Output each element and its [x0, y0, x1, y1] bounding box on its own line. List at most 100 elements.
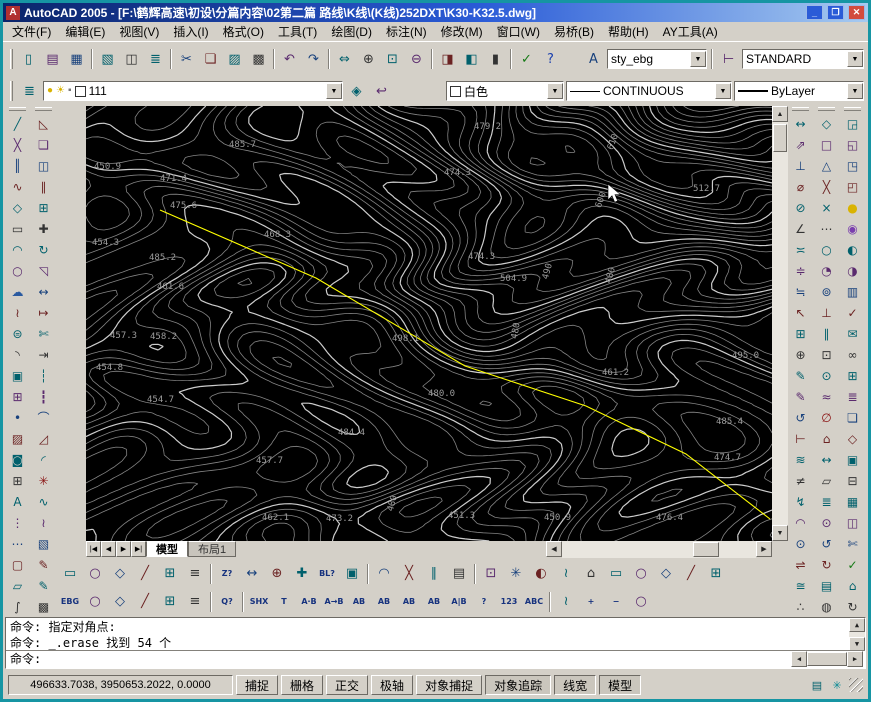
open-button[interactable]: ▤ [41, 48, 64, 71]
pan-tool-2-button[interactable]: ⊡ [479, 562, 503, 585]
chevron-down-icon[interactable]: ▼ [690, 51, 706, 67]
command-prompt[interactable]: 命令: ◀ ▶ [6, 650, 865, 668]
polyline-button[interactable]: ∿ [6, 176, 29, 197]
ab-arrow-tool-button[interactable]: A→B [322, 590, 346, 613]
vertical-scroll-track[interactable] [772, 122, 788, 525]
menu-item-tools[interactable]: 工具(T) [271, 21, 324, 42]
close-button[interactable]: ✕ [848, 5, 865, 20]
text-style-combo[interactable]: sty_ebg ▼ [607, 49, 707, 69]
baseline-dimension-button[interactable]: ≑ [789, 260, 812, 281]
sheet-set-button[interactable]: ▥ [841, 281, 864, 302]
scroll-up-icon[interactable]: ▲ [772, 106, 788, 122]
grid-tool-3-button[interactable]: ◇ [108, 590, 132, 613]
circle-button[interactable]: ○ [6, 260, 29, 281]
smooth-tool-button[interactable]: ⊞ [704, 562, 728, 585]
tab-next-button[interactable]: ▶ [116, 541, 131, 557]
erase-button[interactable]: ◺ [32, 113, 55, 134]
rectangle-button[interactable]: ▭ [6, 218, 29, 239]
copy-button[interactable]: ❏ [199, 48, 222, 71]
insert-block-button[interactable]: ▣ [6, 365, 29, 386]
plus-tool-button[interactable]: + [579, 590, 603, 613]
snap-quadrant-button[interactable]: ◔ [815, 260, 838, 281]
menu-item-dimension[interactable]: 标注(N) [379, 21, 434, 42]
purge-button[interactable]: ✄ [841, 533, 864, 554]
ddedit-button[interactable]: ✎ [32, 554, 55, 575]
snap-endpoint-button[interactable]: □ [815, 134, 838, 155]
options-button[interactable]: ⌂ [841, 575, 864, 596]
maximize-button[interactable]: ❐ [827, 5, 844, 20]
toolbar-grip[interactable] [792, 107, 809, 111]
snap-parallel-button[interactable]: ∥ [815, 323, 838, 344]
snap-node-button[interactable]: ⊙ [815, 365, 838, 386]
snap-tangent-button[interactable]: ⊚ [815, 281, 838, 302]
redo-button[interactable]: ↷ [302, 48, 325, 71]
arc-tool-2-button[interactable]: ≡ [183, 562, 207, 585]
chevron-down-icon[interactable]: ▼ [326, 83, 342, 99]
dim-associate-button[interactable]: ∴ [789, 596, 812, 617]
dim-inspect-button[interactable]: ⊙ [789, 533, 812, 554]
explode-button[interactable]: ✳ [32, 470, 55, 491]
point-button[interactable]: • [6, 407, 29, 428]
aligned-dimension-button[interactable]: ⇗ [789, 134, 812, 155]
zoom-window-button[interactable]: ⊡ [381, 48, 404, 71]
osnap-settings-button[interactable]: ⌂ [815, 428, 838, 449]
zoom-realtime-button[interactable]: ⊕ [357, 48, 380, 71]
offset-button[interactable]: ∥ [32, 176, 55, 197]
new-button[interactable]: ▯ [17, 48, 40, 71]
menu-item-window[interactable]: 窗口(W) [490, 21, 547, 42]
scroll-up-icon[interactable]: ▲ [849, 618, 865, 632]
tab-last-button[interactable]: ▶| [131, 541, 146, 557]
horizontal-scroll-thumb[interactable] [693, 542, 719, 557]
status-toggle-lineweight[interactable]: 线宽 [554, 675, 596, 695]
lengthen-button[interactable]: ↦ [32, 302, 55, 323]
shade-button[interactable]: ◐ [841, 239, 864, 260]
ab-tool-4-button[interactable]: AB [422, 590, 446, 613]
plot-preview-button[interactable]: ◫ [120, 48, 143, 71]
undo-button[interactable]: ↶ [278, 48, 301, 71]
ordinate-dimension-button[interactable]: ⊥ [789, 155, 812, 176]
aib-tool-button[interactable]: A|B [447, 590, 471, 613]
plate-tool-button[interactable]: ✚ [290, 562, 314, 585]
join-button[interactable]: ⌒ [32, 407, 55, 428]
markup-set-button[interactable]: ✓ [841, 302, 864, 323]
color-combo[interactable]: 白色 ▼ [446, 81, 564, 101]
rectangle-tool-2-button[interactable]: ○ [83, 562, 107, 585]
draw-order-front-button[interactable]: ◲ [841, 113, 864, 134]
snap-perpendicular-button[interactable]: ⊥ [815, 302, 838, 323]
minus-tool-button[interactable]: − [604, 590, 628, 613]
table-grid-tool-button[interactable]: ╳ [397, 562, 421, 585]
tolerance-button[interactable]: ⊞ [789, 323, 812, 344]
ellipse-button[interactable]: ⊜ [6, 323, 29, 344]
splinedit-button[interactable]: ≀ [32, 512, 55, 533]
menu-item-view[interactable]: 视图(V) [112, 21, 166, 42]
ebg-badge-button[interactable]: EBG [58, 590, 82, 613]
audit-button[interactable]: ✓ [841, 554, 864, 575]
area-button[interactable]: ▱ [815, 470, 838, 491]
chamfer-button[interactable]: ◿ [32, 428, 55, 449]
scroll-right-icon[interactable]: ▶ [756, 541, 772, 557]
dim-jog-button[interactable]: ↯ [789, 491, 812, 512]
construction-line-button[interactable]: ╳ [6, 134, 29, 155]
circle-tool-2-button[interactable]: ╱ [133, 562, 157, 585]
draw-order-under-button[interactable]: ◰ [841, 176, 864, 197]
break-button[interactable]: ┇ [32, 386, 55, 407]
mirror-tool-2-button[interactable]: ◐ [529, 562, 553, 585]
tab-model[interactable]: 模型 [146, 541, 188, 557]
resize-grip[interactable] [849, 678, 863, 692]
spline-tool-3-button[interactable]: ▭ [604, 562, 628, 585]
trim-button[interactable]: ✄ [32, 323, 55, 344]
align-tool-2-button[interactable]: ≀ [554, 590, 578, 613]
chevron-down-icon[interactable]: ▼ [715, 83, 731, 99]
menu-item-help[interactable]: 帮助(H) [601, 21, 656, 42]
lineweight-combo[interactable]: ByLayer ▼ [734, 81, 864, 101]
spline-button[interactable]: ≀ [6, 302, 29, 323]
orbit-tool-button[interactable]: ✳ [504, 562, 528, 585]
hide-button[interactable]: ◑ [841, 260, 864, 281]
dim-override-button[interactable]: ≅ [789, 575, 812, 596]
list-tool-button[interactable]: ▤ [447, 562, 471, 585]
command-h-thumb[interactable] [807, 652, 847, 666]
linetype-combo[interactable]: CONTINUOUS ▼ [566, 81, 732, 101]
named-views-button[interactable]: ▤ [815, 575, 838, 596]
make-block-button[interactable]: ⊞ [6, 386, 29, 407]
communication-center-icon[interactable]: ✳ [829, 677, 845, 693]
